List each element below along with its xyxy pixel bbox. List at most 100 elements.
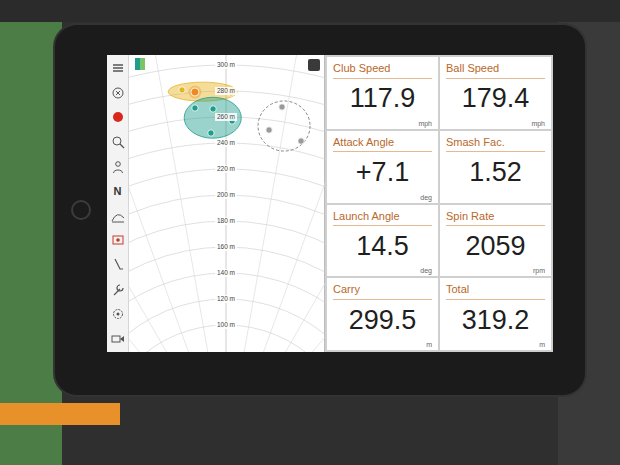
ring-label-text: 160 m [217,243,235,250]
metric-label: Total [446,281,545,300]
metric-unit: m [446,341,545,348]
distance-ring [129,65,325,352]
shot-group[interactable] [184,97,241,138]
ring-label: 260 m [215,113,237,121]
ring-label-text: 240 m [217,139,235,146]
selection-halo [188,86,201,99]
metric-label: Carry [333,281,432,300]
metric-tile[interactable]: Total319.2m [440,278,551,350]
distance-ring [129,91,325,352]
dispersion-map[interactable]: 300 m 280 m 260 m 240 m 220 m 200 m 180 m 160 m… [129,55,325,352]
settings-icon[interactable] [111,307,125,321]
photo-object [0,403,120,425]
north-label[interactable]: N [114,186,122,197]
menu-button[interactable] [109,58,127,78]
trajectory-button[interactable] [109,206,127,226]
shot-dot[interactable] [192,105,198,111]
menu-icon[interactable] [111,61,125,75]
target-icon[interactable] [111,86,125,100]
ring-label: 180 m [215,217,237,225]
metric-label: Smash Fac. [446,134,545,153]
zoom-button[interactable] [109,132,127,152]
player-button[interactable] [109,157,127,177]
player-icon[interactable] [111,160,125,174]
distance-ring [129,117,325,352]
tablet-bezel [55,25,107,395]
metric-tile[interactable]: Attack Angle+7.1deg [327,131,438,203]
ring-label: 300 m [215,61,237,69]
ring-label: 140 m [215,269,237,277]
metric-tile[interactable]: Launch Angle14.5deg [327,205,438,277]
record-icon[interactable] [111,110,125,124]
ring-label: 100 m [215,321,237,329]
shot-dot[interactable] [279,104,285,110]
metric-tile[interactable]: Ball Speed179.4mph [440,57,551,129]
camera-button[interactable] [109,230,127,250]
camera-icon[interactable] [111,233,125,247]
zoom-icon[interactable] [111,135,125,149]
trajectory-icon[interactable] [111,209,125,223]
map-grid [129,55,325,352]
metric-value: 319.2 [446,300,545,341]
settings-button[interactable] [109,304,127,324]
ring-label-text: 280 m [217,87,235,94]
ring-label: 220 m [215,165,237,173]
photo-scene: N 300 m 280 m 260 m 240 m 220 m 200 m 180 m 160… [0,0,620,465]
home-button[interactable] [71,200,91,220]
metric-unit: m [333,341,432,348]
metric-tile[interactable]: Carry299.5m [327,278,438,350]
metric-label: Ball Speed [446,60,545,79]
metric-value: 1.52 [446,152,545,193]
ring-label: 160 m [215,243,237,251]
metrics-grid: Club Speed117.9mphBall Speed179.4mphAtta… [325,55,553,352]
ring-label-text: 180 m [217,217,235,224]
metric-label: Attack Angle [333,134,432,153]
metric-tile[interactable]: Spin Rate2059rpm [440,205,551,277]
legend-swatch [135,58,140,70]
club-icon[interactable] [111,258,125,272]
video-icon[interactable] [111,332,125,346]
map-canvas[interactable]: 300 m 280 m 260 m 240 m 220 m 200 m 180 m 160 m… [129,55,325,352]
metric-tile[interactable]: Smash Fac.1.52 [440,131,551,203]
legend-swatch [140,58,145,70]
distance-ring [129,195,325,352]
metric-unit: deg [333,267,432,274]
target-button[interactable] [109,83,127,103]
video-button[interactable] [109,329,127,349]
metric-unit: deg [333,194,432,201]
shot-dot[interactable] [210,106,216,112]
distance-ring [129,221,325,352]
ring-label: 200 m [215,191,237,199]
metric-value: 14.5 [333,226,432,267]
view-toggle-button[interactable] [308,59,320,71]
distance-ring [129,143,325,352]
dispersion-ellipse [184,97,241,138]
wrench-icon[interactable] [111,283,125,297]
wrench-button[interactable] [109,280,127,300]
record-button[interactable] [109,107,127,127]
distance-ring [129,169,325,352]
shot-group[interactable] [258,101,310,151]
ring-label-text: 100 m [217,321,235,328]
metric-label: Launch Angle [333,208,432,227]
metric-tile[interactable]: Club Speed117.9mph [327,57,438,129]
metric-value: +7.1 [333,152,432,193]
shot-dot[interactable] [298,138,304,144]
app-screen: N 300 m 280 m 260 m 240 m 220 m 200 m 180 m 160… [107,55,553,352]
shot-dot[interactable] [208,130,214,136]
metric-value: 179.4 [446,79,545,120]
ring-label: 120 m [215,295,237,303]
metric-value: 299.5 [333,300,432,341]
ring-label-text: 200 m [217,191,235,198]
distance-ring [129,247,325,352]
shot-dot[interactable] [179,87,185,93]
north-button[interactable]: N [109,181,127,201]
ring-label: 240 m [215,139,237,147]
shot-dot[interactable] [266,127,272,133]
shot-dot[interactable] [191,88,199,96]
distance-ring [129,325,325,352]
club-button[interactable] [109,255,127,275]
ring-label-text: 120 m [217,295,235,302]
metric-value: 2059 [446,226,545,267]
